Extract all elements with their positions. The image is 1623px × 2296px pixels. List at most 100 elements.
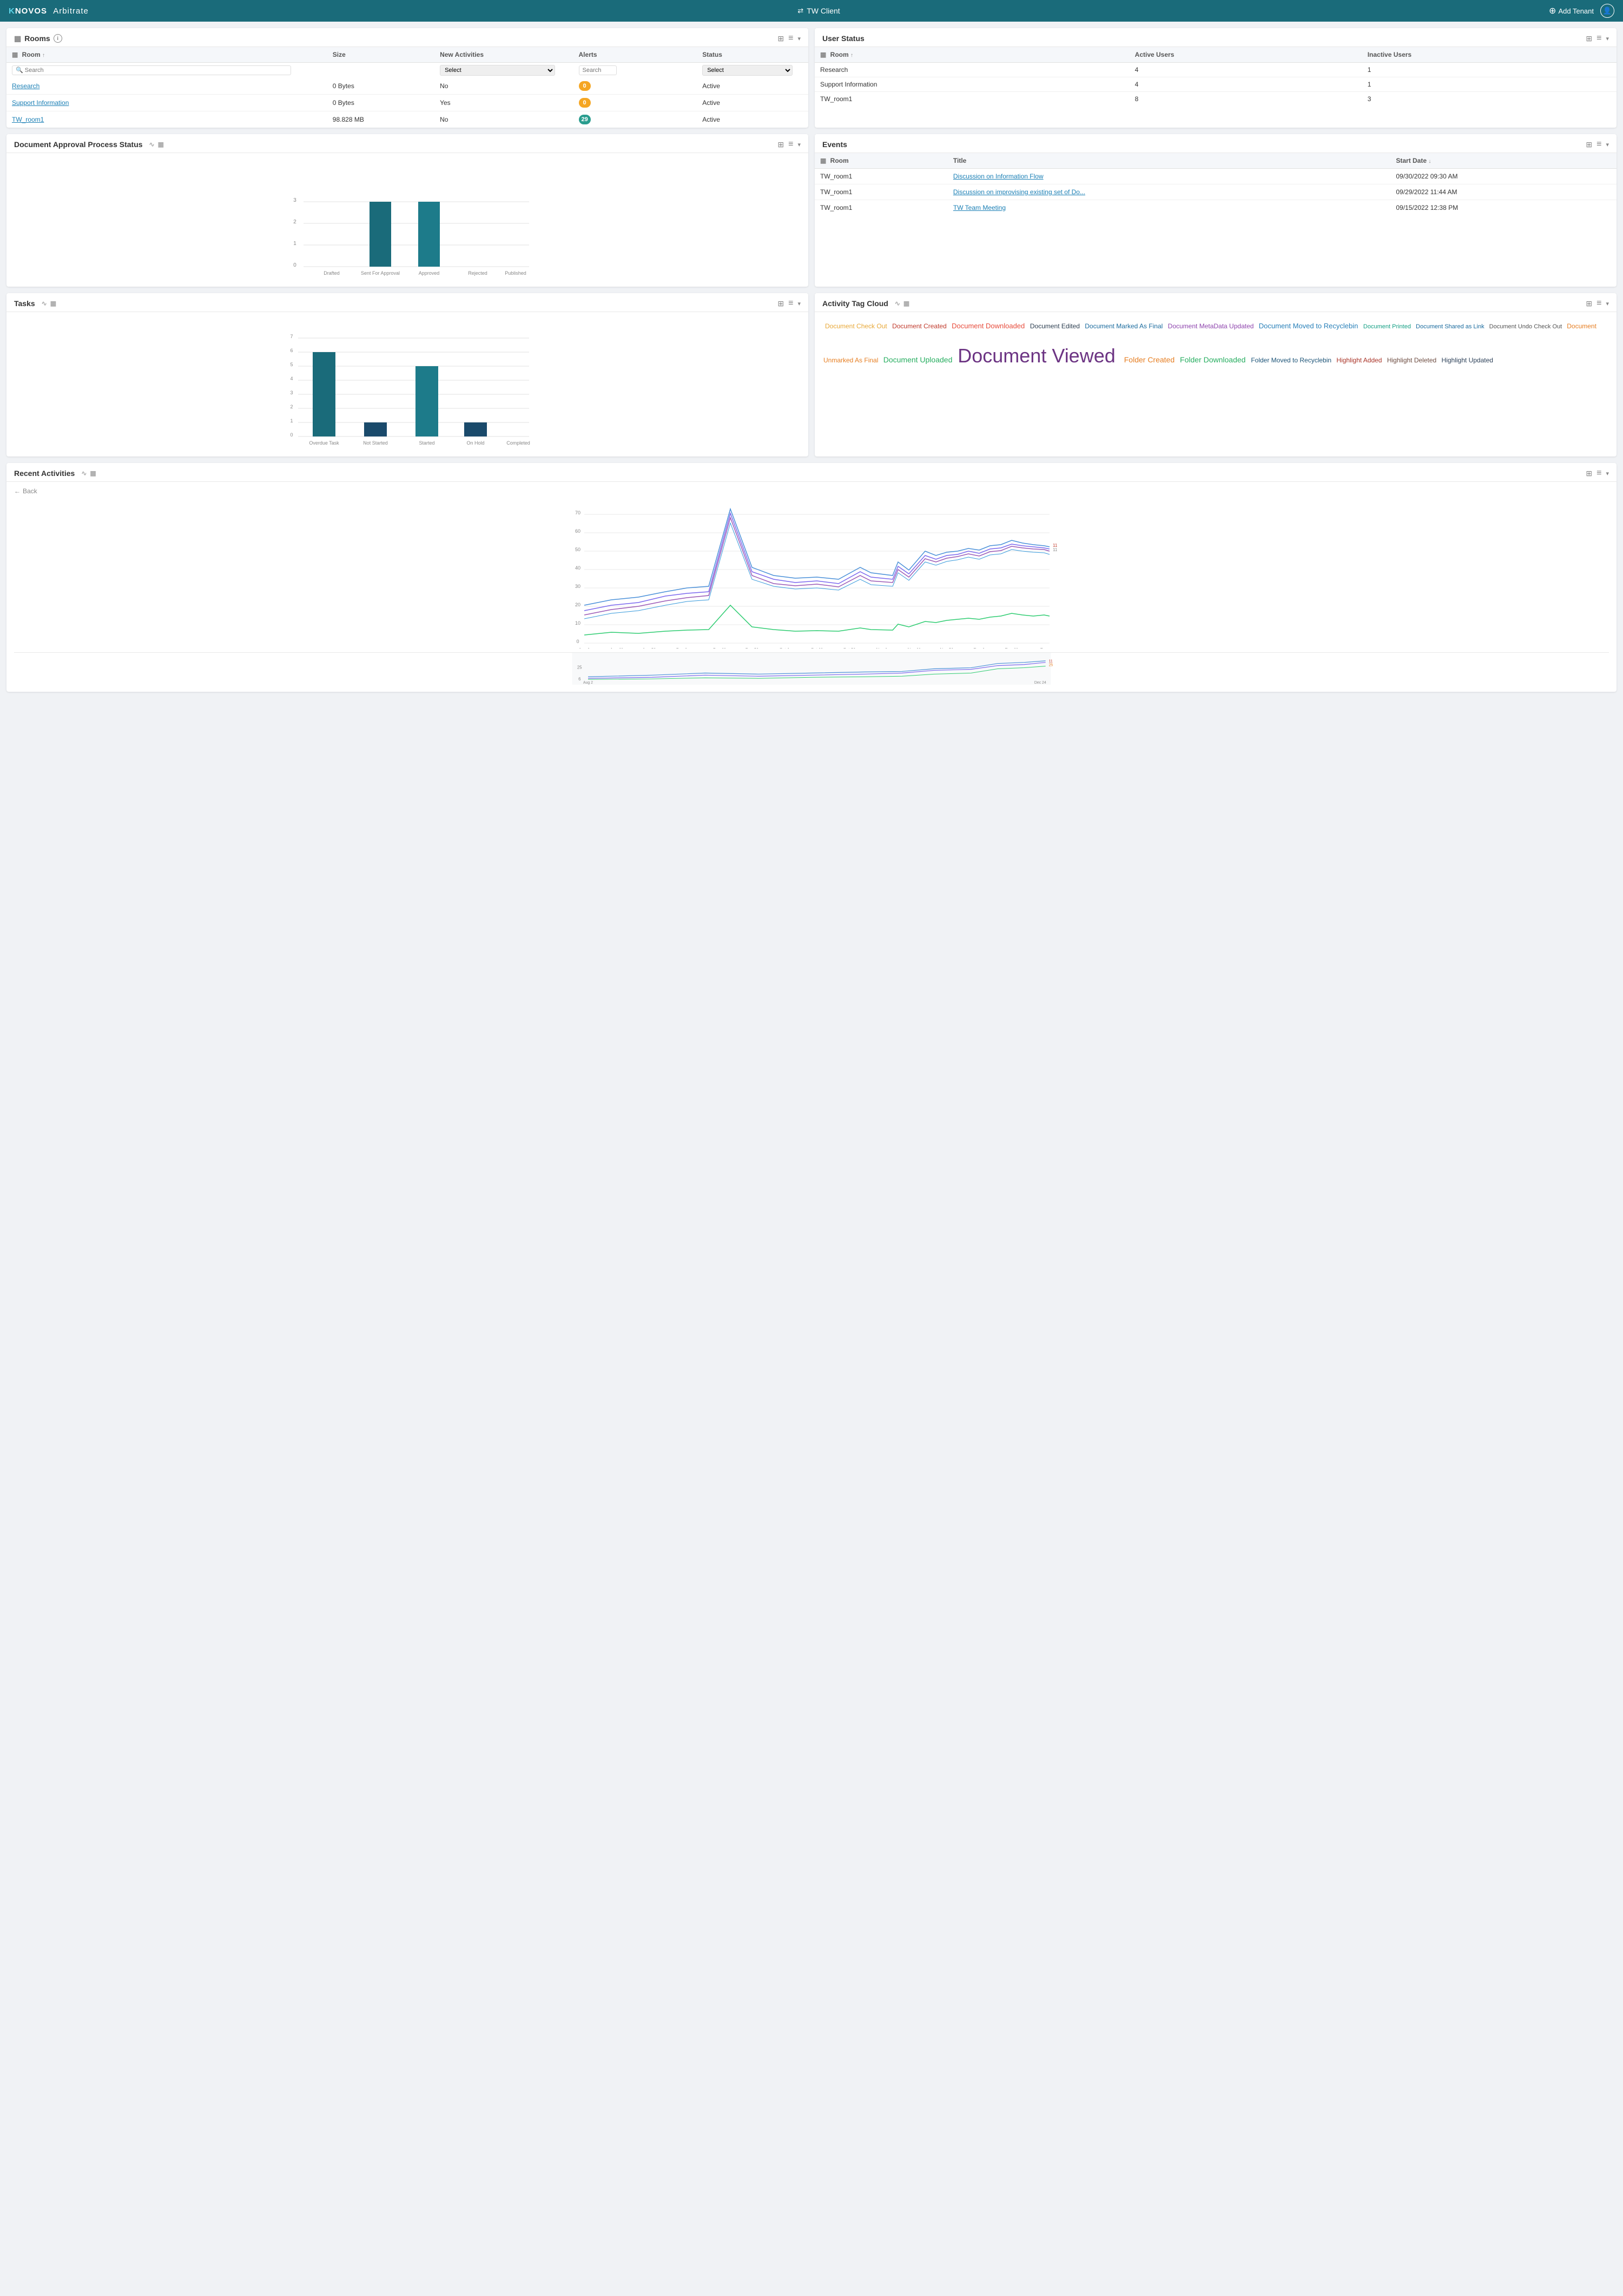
tag-item[interactable]: Highlight Deleted (1387, 356, 1439, 364)
app-header: KNOVOS Arbitrate ⇄ TW Client ⊕ Add Tenan… (0, 0, 1623, 22)
svg-text:10: 10 (575, 620, 580, 626)
us-cell-active: 8 (1130, 92, 1362, 107)
ra-menu-icon[interactable]: ≡ (1596, 468, 1601, 478)
tag-item[interactable]: Document Shared as Link (1416, 323, 1486, 330)
tag-item[interactable]: Document Uploaded (883, 355, 955, 364)
user-status-chevron-icon[interactable]: ▾ (1606, 35, 1609, 42)
header-right: ⊕ Add Tenant 👤 (1549, 4, 1614, 18)
rooms-filter-status-select[interactable]: Select Active (702, 65, 793, 76)
tag-item[interactable]: Document MetaData Updated (1168, 322, 1256, 330)
tasks-menu-icon[interactable]: ≡ (788, 299, 793, 308)
rooms-col-room: ▦ Room ↑ (6, 47, 327, 63)
rooms-room-link[interactable]: Support Information (12, 99, 69, 107)
rooms-table-header-row: ▦ Room ↑ Size New Activities Alerts Stat… (6, 47, 808, 63)
user-status-card-actions: ⊞ ≡ ▾ (1586, 34, 1609, 43)
rooms-expand-icon[interactable]: ⊞ (777, 34, 784, 43)
doc-approval-menu-icon[interactable]: ≡ (788, 140, 793, 149)
ra-chevron-icon[interactable]: ▾ (1606, 470, 1609, 477)
rooms-col-status: Status (697, 47, 808, 63)
tag-item[interactable]: Document Check Out (825, 322, 889, 330)
product-name: Arbitrate (53, 6, 89, 16)
plus-icon: ⊕ (1549, 5, 1556, 16)
recent-activities-line-chart: 0 10 20 30 40 50 60 70 (14, 497, 1609, 649)
events-title-link[interactable]: Discussion on improvising existing set o… (953, 188, 1085, 196)
tag-item[interactable]: Folder Downloaded (1180, 355, 1248, 364)
atc-table-icon: ▦ (903, 300, 909, 307)
doc-approval-expand-icon[interactable]: ⊞ (777, 140, 784, 149)
svg-text:Drafted: Drafted (324, 270, 340, 276)
atc-chevron-icon[interactable]: ▾ (1606, 300, 1609, 307)
tag-item[interactable]: Folder Moved to Recyclebin (1251, 356, 1333, 364)
sort-icon-start-date[interactable]: ↓ (1428, 158, 1431, 164)
tag-item[interactable]: Document Created (892, 322, 948, 330)
ra-expand-icon[interactable]: ⊞ (1586, 469, 1592, 478)
svg-text:2: 2 (290, 404, 293, 409)
tag-item[interactable]: Document Moved to Recyclebin (1259, 322, 1360, 330)
svg-text:1: 1 (293, 241, 296, 247)
user-status-expand-icon[interactable]: ⊞ (1586, 34, 1592, 43)
rooms-table: ▦ Room ↑ Size New Activities Alerts Stat… (6, 47, 808, 128)
header-center: ⇄ TW Client (797, 6, 840, 15)
svg-text:Dec 11: Dec 11 (1005, 647, 1019, 649)
tag-item[interactable]: Highlight Updated (1442, 356, 1493, 364)
events-cell-title: Discussion on improvising existing set o… (948, 184, 1390, 200)
tag-item[interactable]: Document Downloaded (952, 322, 1027, 330)
activity-tag-cloud-header: Activity Tag Cloud ∿ ▦ ⊞ ≡ ▾ (815, 293, 1617, 312)
tasks-chevron-icon[interactable]: ▾ (797, 300, 801, 307)
atc-expand-icon[interactable]: ⊞ (1586, 299, 1592, 308)
us-cell-active: 4 (1130, 77, 1362, 92)
svg-text:Overdue Task: Overdue Task (309, 440, 339, 446)
tag-item[interactable]: Document Edited (1030, 322, 1081, 330)
user-status-card-body: ▦ Room ↑ Active Users Inactive Users Res… (815, 47, 1617, 106)
tasks-expand-icon[interactable]: ⊞ (777, 299, 784, 308)
svg-text:Dec: Dec (1040, 647, 1048, 649)
rooms-info-icon[interactable]: i (54, 34, 62, 43)
svg-text:2: 2 (293, 219, 296, 225)
svg-text:60: 60 (575, 528, 580, 534)
events-col-start-date: Start Date ↓ (1390, 153, 1617, 169)
rooms-search-input[interactable] (12, 65, 291, 75)
rooms-alerts-search-input[interactable] (579, 65, 617, 75)
doc-approval-header: Document Approval Process Status ∿ ▦ ⊞ ≡… (6, 134, 808, 153)
doc-approval-bar-chart: 0 1 2 3 (14, 158, 801, 277)
rooms-card-header: ▦ Rooms i ⊞ ≡ ▾ (6, 28, 808, 47)
events-chevron-icon[interactable]: ▾ (1606, 141, 1609, 148)
user-status-col-active: Active Users (1130, 47, 1362, 63)
rooms-menu-icon[interactable]: ≡ (788, 34, 793, 43)
doc-approval-chevron-icon[interactable]: ▾ (797, 141, 801, 148)
back-arrow-icon: ← (14, 487, 21, 495)
tag-item[interactable]: Document Viewed (958, 345, 1121, 367)
tag-cloud-content: Document Check Out Document Created Docu… (815, 312, 1617, 383)
back-button[interactable]: ← Back (14, 487, 1609, 495)
rooms-cell-alerts: 0 (573, 78, 697, 95)
user-status-menu-icon[interactable]: ≡ (1596, 34, 1601, 43)
svg-text:3: 3 (290, 390, 293, 395)
user-account-button[interactable]: 👤 (1600, 4, 1614, 18)
tag-item[interactable]: Document Printed (1363, 323, 1413, 330)
sort-icon-us-room[interactable]: ↑ (850, 52, 853, 58)
tag-item[interactable]: Highlight Added (1336, 356, 1383, 364)
tag-item[interactable]: Folder Created (1124, 355, 1177, 364)
events-expand-icon[interactable]: ⊞ (1586, 140, 1592, 149)
user-status-col-room: ▦ Room ↑ (815, 47, 1130, 63)
activity-tag-cloud-title: Activity Tag Cloud ∿ ▦ (822, 299, 909, 308)
rooms-filter-new-activities-select[interactable]: Select Yes No (440, 65, 555, 76)
svg-text:Aug 2: Aug 2 (583, 681, 593, 685)
events-menu-icon[interactable]: ≡ (1596, 140, 1601, 149)
rooms-room-link[interactable]: Research (12, 82, 39, 90)
rooms-room-link[interactable]: TW_room1 (12, 116, 44, 123)
recent-activities-card: Recent Activities ∿ ▦ ⊞ ≡ ▾ ← Back 0 10 … (6, 463, 1617, 692)
svg-text:11: 11 (1053, 547, 1058, 552)
tag-item[interactable]: Document Undo Check Out (1489, 323, 1564, 330)
atc-menu-icon[interactable]: ≡ (1596, 299, 1601, 308)
svg-text:0: 0 (290, 432, 293, 438)
tag-item[interactable]: Document Marked As Final (1085, 322, 1164, 330)
recent-activities-chart-container: ← Back 0 10 20 30 40 50 60 70 (6, 482, 1617, 692)
us-cell-inactive: 3 (1362, 92, 1617, 107)
table-icon: ▦ (12, 51, 18, 58)
events-title-link[interactable]: TW Team Meeting (953, 204, 1006, 211)
events-title-link[interactable]: Discussion on Information Flow (953, 173, 1044, 180)
sort-icon-room[interactable]: ↑ (42, 52, 45, 58)
add-tenant-button[interactable]: ⊕ Add Tenant (1549, 5, 1594, 16)
rooms-chevron-icon[interactable]: ▾ (797, 35, 801, 42)
